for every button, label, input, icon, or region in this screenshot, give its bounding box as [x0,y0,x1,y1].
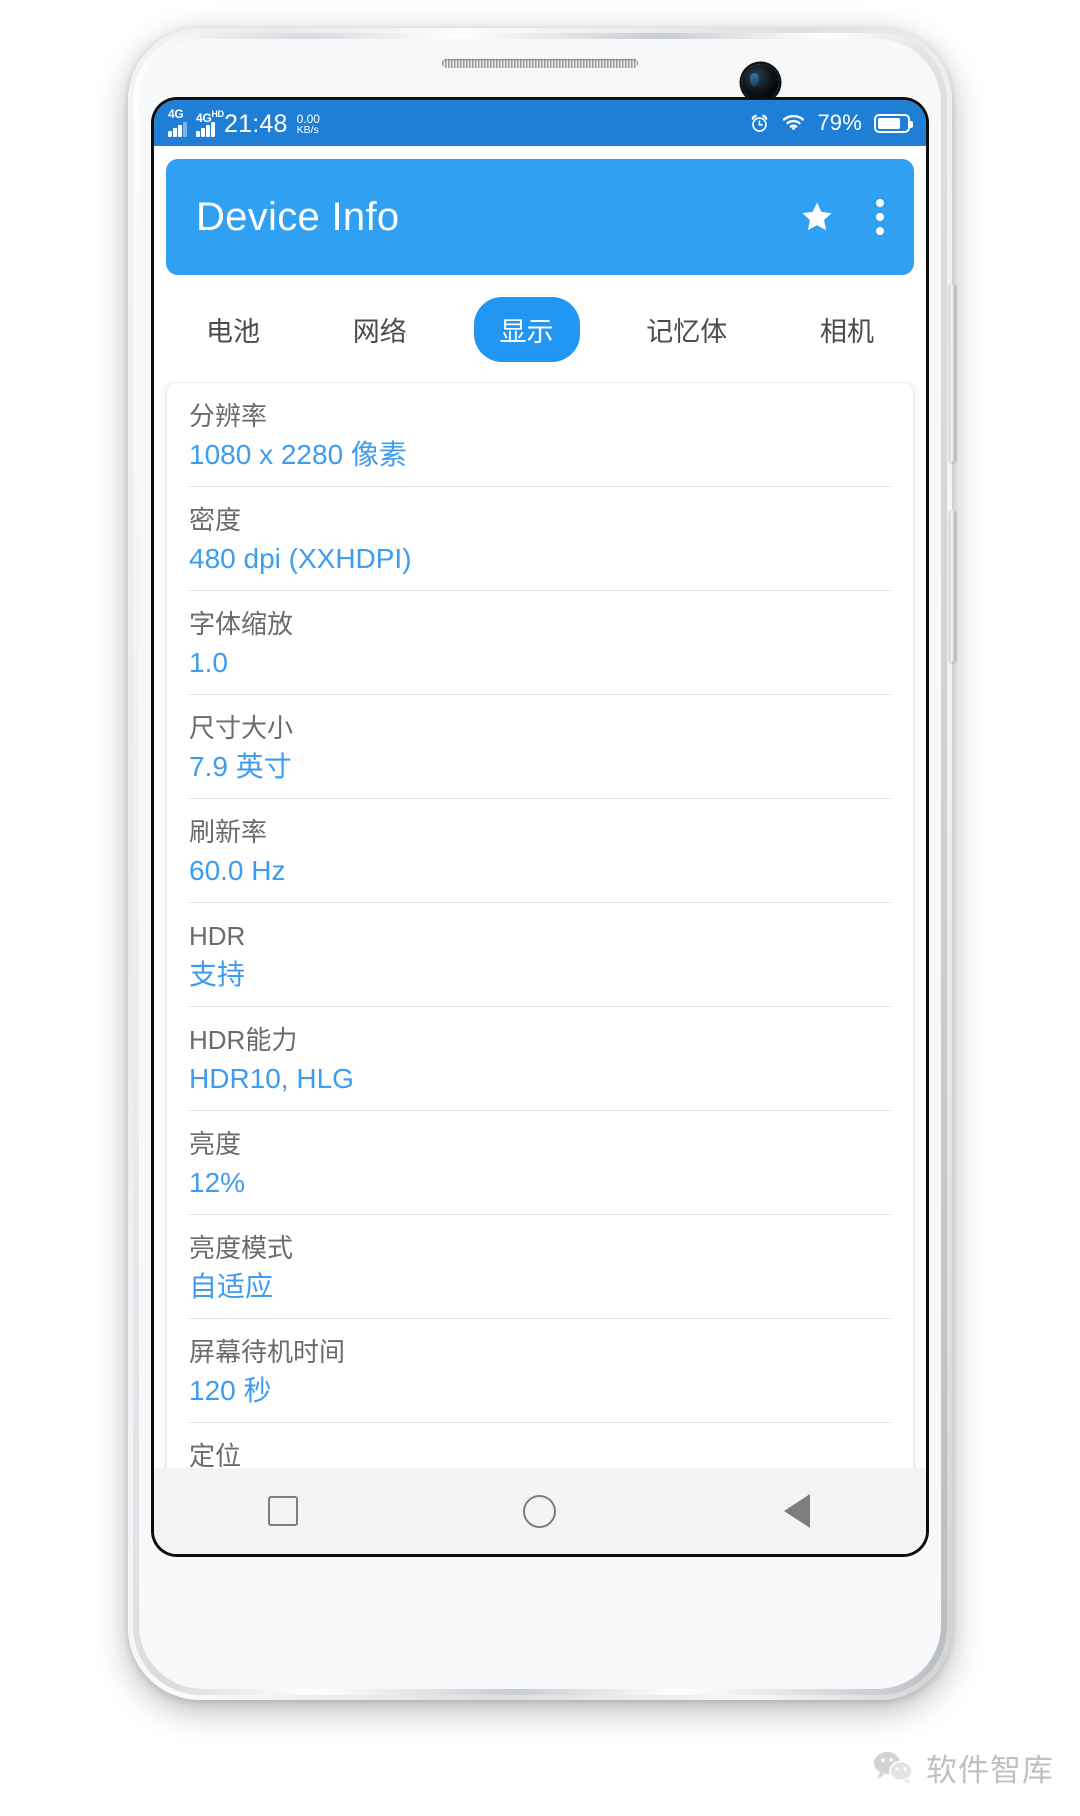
tab-bar: 电池 网络 显示 记忆体 相机 [154,275,926,382]
table-row[interactable]: 刷新率 60.0 Hz [189,799,891,903]
table-row[interactable]: 屏幕待机时间 120 秒 [189,1319,891,1423]
nav-home-button[interactable] [480,1494,600,1528]
signal-label-sim1: 4G [168,107,184,121]
battery-icon [874,113,913,133]
phone-body: 4G 4GHD 21:48 0.00 KB/s 79% Device Info … [139,39,941,1689]
table-row[interactable]: 字体缩放 1.0 [189,591,891,695]
signal-label-sim2: 4GHD [196,109,224,125]
wechat-icon [874,1751,913,1785]
screen-bezel: 4G 4GHD 21:48 0.00 KB/s 79% Device Info … [151,97,929,1557]
network-speed-indicator: 0.00 KB/s [296,113,320,137]
row-label: 刷新率 [189,817,268,847]
status-bar-right: 79% [749,110,913,136]
alarm-icon [752,114,768,132]
table-row[interactable]: 定位 肖像 [189,1423,891,1468]
status-bar-left: 4G 4GHD 21:48 0.00 KB/s [168,107,320,138]
overflow-menu-icon[interactable] [876,199,884,235]
app-bar-actions [798,199,884,235]
tab-battery[interactable]: 电池 [180,297,286,362]
tab-network[interactable]: 网络 [327,297,433,362]
row-label: 定位 [189,1441,242,1468]
content-area: 分辨率 1080 x 2280 像素 密度 480 dpi (XXHDPI) 字… [154,382,926,1468]
row-label: HDR能力 [189,1025,298,1055]
tab-camera[interactable]: 相机 [794,297,900,362]
row-label: 尺寸大小 [189,713,294,743]
row-value: 120 秒 [189,1375,272,1406]
row-label: 分辨率 [189,401,268,431]
phone-chin [139,1557,941,1689]
circle-home-icon [523,1494,557,1528]
earpiece-speaker [442,59,638,68]
power-button[interactable] [949,510,956,662]
tab-display[interactable]: 显示 [473,297,580,362]
wifi-icon [783,114,805,131]
signal-icon-sim2: 4GHD [196,109,224,137]
table-row[interactable]: 尺寸大小 7.9 英寸 [189,695,891,799]
phone-screen: 4G 4GHD 21:48 0.00 KB/s 79% Device Info … [154,100,926,1554]
nav-recents-button[interactable] [223,1496,343,1526]
row-value: 480 dpi (XXHDPI) [189,543,412,574]
watermark-text: 软件智库 [926,1753,1054,1789]
row-value: 60.0 Hz [189,855,286,886]
table-row[interactable]: 亮度模式 自适应 [189,1215,891,1319]
front-camera-icon [742,64,779,101]
page-root: 4G 4GHD 21:48 0.00 KB/s 79% Device Info … [0,0,1080,1816]
star-icon[interactable] [798,199,836,235]
row-label: 亮度模式 [189,1233,294,1263]
square-recents-icon [267,1496,298,1526]
row-value: 1080 x 2280 像素 [189,439,407,470]
row-value: HDR10, HLG [189,1063,354,1094]
row-value: 支持 [189,959,246,990]
table-row[interactable]: HDR能力 HDR10, HLG [189,1007,891,1111]
row-value: 7.9 英寸 [189,751,292,782]
row-value: 12% [189,1167,246,1198]
network-speed-unit: KB/s [296,124,319,136]
table-row[interactable]: 亮度 12% [189,1111,891,1215]
phone-device: 4G 4GHD 21:48 0.00 KB/s 79% Device Info … [128,28,956,1700]
row-label: 字体缩放 [189,609,294,639]
row-label: 密度 [189,505,242,535]
row-value: 自适应 [189,1271,274,1302]
table-row[interactable]: 分辨率 1080 x 2280 像素 [189,383,891,487]
row-value: 1.0 [189,647,228,678]
row-label: 亮度 [189,1129,242,1159]
table-row[interactable]: 密度 480 dpi (XXHDPI) [189,487,891,591]
nav-back-button[interactable] [737,1494,857,1528]
app-bar: Device Info [166,159,914,275]
watermark: 软件智库 [872,1745,1054,1790]
row-label: 屏幕待机时间 [189,1337,346,1367]
status-bar-clock: 21:48 [224,110,288,138]
display-info-card: 分辨率 1080 x 2280 像素 密度 480 dpi (XXHDPI) 字… [166,382,914,1468]
status-bar: 4G 4GHD 21:48 0.00 KB/s 79% [154,100,926,146]
table-row[interactable]: HDR 支持 [189,903,891,1007]
triangle-back-icon [784,1494,811,1528]
tab-memory[interactable]: 记忆体 [620,297,753,362]
android-navigation-bar [154,1468,926,1554]
battery-percentage: 79% [817,110,862,135]
page-title: Device Info [196,194,400,239]
signal-icon-sim1: 4G [168,107,187,137]
row-label: HDR [189,921,246,951]
volume-button[interactable] [949,284,956,462]
